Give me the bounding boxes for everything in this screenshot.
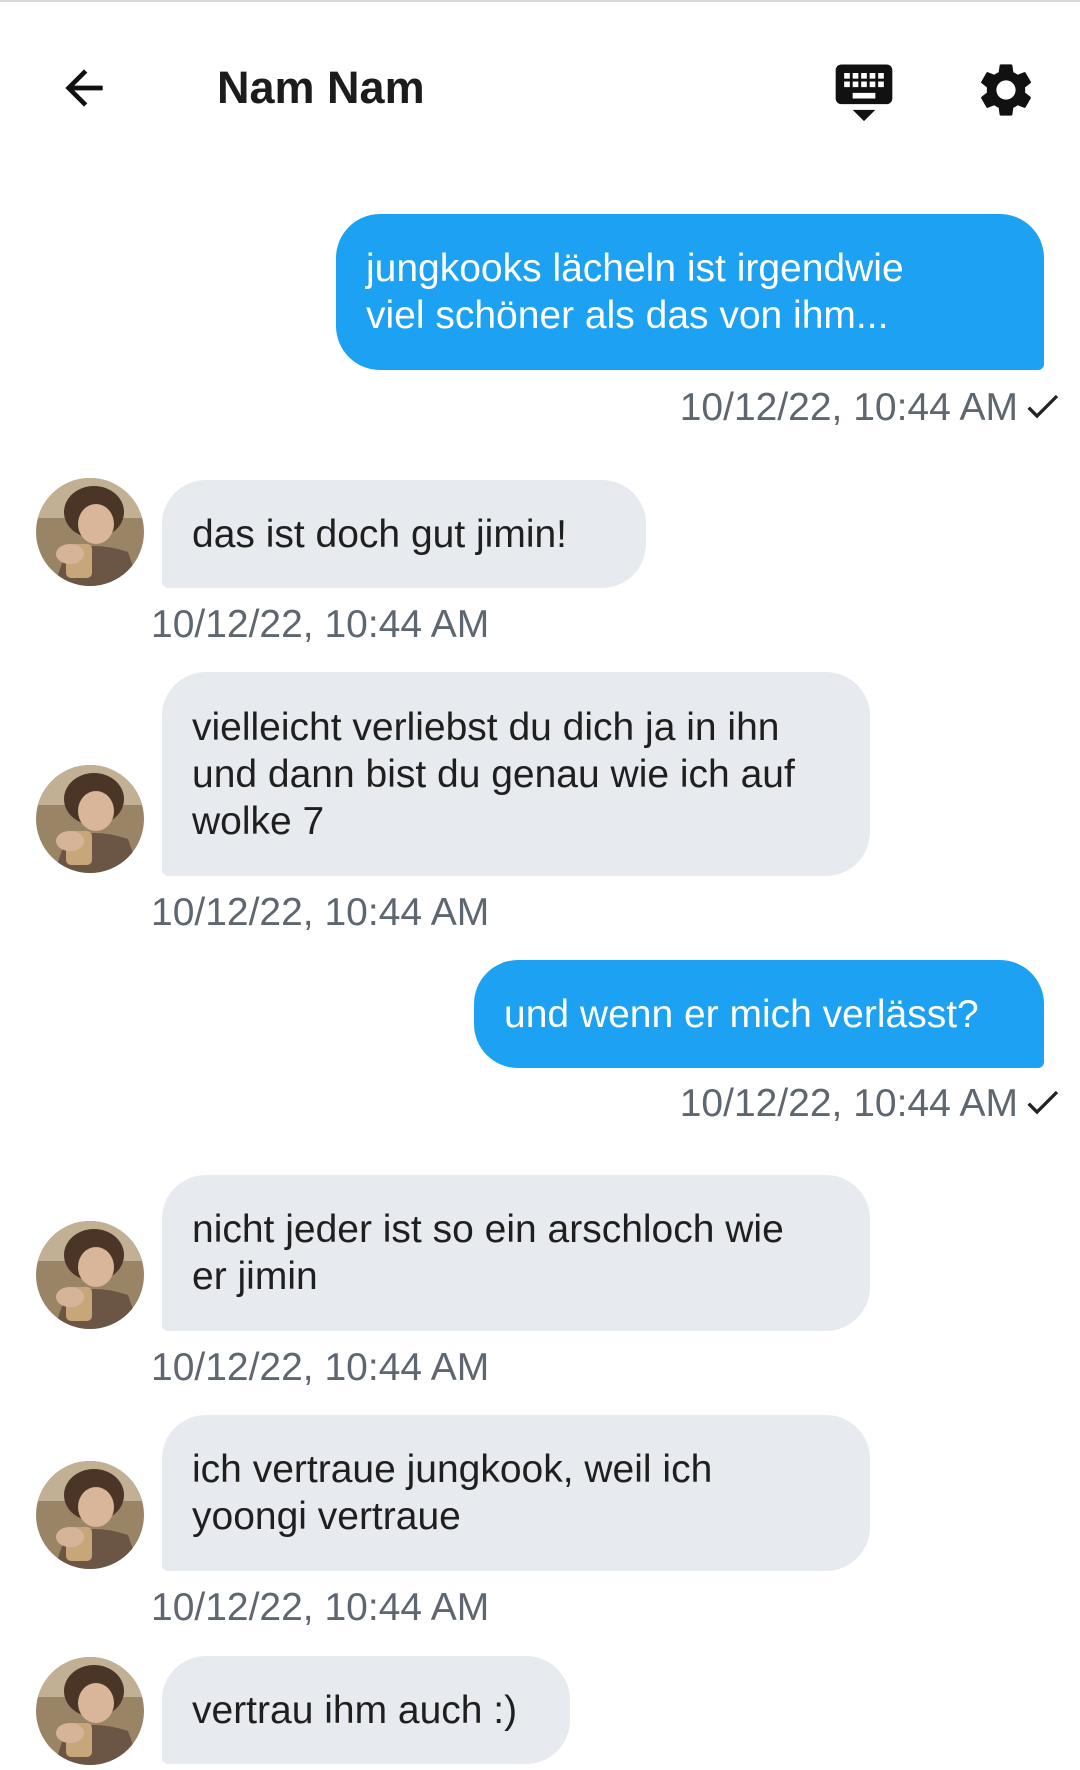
avatar[interactable] — [36, 1657, 144, 1765]
gear-icon — [981, 64, 1031, 116]
avatar-photo — [36, 765, 144, 873]
message-bubble-incoming[interactable]: das ist doch gut jimin! — [162, 480, 646, 588]
avatar-photo — [36, 1461, 144, 1569]
back-button[interactable] — [48, 52, 120, 124]
message-bubble-incoming[interactable]: nicht jeder ist so ein arschloch wie er … — [162, 1175, 870, 1331]
avatar[interactable] — [36, 1221, 144, 1329]
message-text: vielleicht verliebst du dich ja in ihn u… — [192, 705, 795, 843]
message-timestamp: 10/12/22, 10:44 AM — [151, 1346, 490, 1389]
message-bubble-incoming[interactable]: vertrau ihm auch :) — [162, 1656, 570, 1764]
avatar[interactable] — [36, 765, 144, 873]
message-text: nicht jeder ist so ein arschloch wie er … — [192, 1208, 784, 1298]
chat-screen: Nam Nam jungkooks lächeln ist irgendwie … — [0, 0, 1080, 1770]
chat-header: Nam Nam — [0, 2, 1080, 172]
message-timestamp: 10/12/22, 10:44 AM — [151, 603, 490, 646]
avatar-photo — [36, 1221, 144, 1329]
settings-button[interactable] — [968, 52, 1044, 128]
keyboard-hide-icon — [835, 64, 893, 122]
arrow-left-icon — [65, 69, 103, 107]
avatar[interactable] — [36, 478, 144, 586]
message-text: vertrau ihm auch :) — [192, 1688, 518, 1732]
message-text: und wenn er mich verlässt? — [504, 992, 979, 1036]
avatar-photo — [36, 1657, 144, 1765]
message-bubble-outgoing[interactable]: jungkooks lächeln ist irgendwie viel sch… — [336, 214, 1044, 370]
avatar-photo — [36, 478, 144, 586]
message-timestamp: 10/12/22, 10:44 AM — [151, 1586, 490, 1629]
message-timestamp: 10/12/22, 10:44 AM — [151, 891, 490, 934]
message-bubble-outgoing[interactable]: und wenn er mich verlässt? — [474, 960, 1044, 1068]
message-text: ich vertraue jungkook, weil ich yoongi v… — [192, 1448, 713, 1538]
message-timestamp: 10/12/22, 10:44 AM — [679, 1082, 1018, 1125]
message-bubble-incoming[interactable]: vielleicht verliebst du dich ja in ihn u… — [162, 672, 870, 876]
message-bubble-incoming[interactable]: ich vertraue jungkook, weil ich yoongi v… — [162, 1415, 870, 1571]
checkmark-icon — [1027, 1090, 1059, 1115]
keyboard-toggle-button[interactable] — [826, 52, 902, 128]
message-text: jungkooks lächeln ist irgendwie viel sch… — [366, 247, 904, 337]
message-timestamp: 10/12/22, 10:44 AM — [679, 386, 1018, 429]
message-text: das ist doch gut jimin! — [192, 512, 568, 556]
contact-name: Nam Nam — [217, 62, 425, 113]
avatar[interactable] — [36, 1461, 144, 1569]
checkmark-icon — [1027, 394, 1059, 419]
